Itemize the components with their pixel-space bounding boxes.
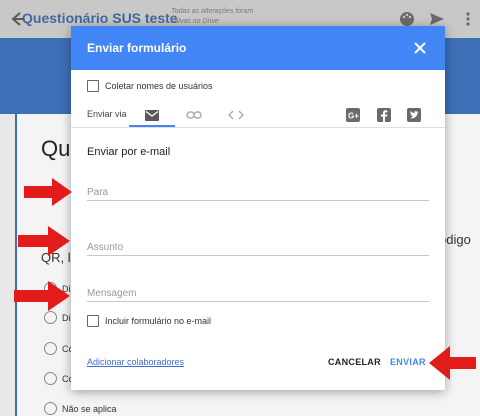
annotation-arrow-icon: [429, 346, 476, 380]
tab-link[interactable]: [171, 104, 217, 126]
radio-option[interactable]: [44, 372, 57, 385]
send-form-dialog: Enviar formulário Coletar nomes de usuár…: [71, 26, 445, 390]
twitter-icon[interactable]: [407, 108, 421, 122]
send-button[interactable]: ENVIAR: [390, 357, 426, 367]
subject-input[interactable]: [87, 242, 429, 253]
dialog-header: Enviar formulário: [71, 26, 445, 70]
google-plus-icon[interactable]: G+: [346, 108, 360, 122]
divider: [71, 127, 445, 128]
tab-email[interactable]: [129, 104, 175, 126]
svg-text:G+: G+: [348, 112, 359, 121]
dialog-title: Enviar formulário: [87, 41, 187, 55]
annotation-arrow-icon: [24, 178, 72, 206]
option-label: Di: [62, 313, 71, 323]
code-icon: [228, 110, 244, 120]
form-title[interactable]: Questionário SUS teste: [22, 10, 178, 26]
collect-usernames-checkbox[interactable]: [87, 80, 99, 92]
save-status: Todas as alterações foram salvas no Driv…: [171, 8, 254, 25]
facebook-icon[interactable]: [377, 108, 391, 122]
message-field[interactable]: [87, 283, 429, 302]
add-collaborators-link[interactable]: Adicionar colaboradores: [87, 357, 184, 367]
annotation-arrow-icon: [18, 226, 70, 256]
option-label: Não se aplica: [62, 404, 117, 414]
radio-option[interactable]: [44, 342, 57, 355]
send-via-label: Enviar via: [87, 109, 127, 119]
message-input[interactable]: [87, 288, 429, 299]
email-section-title: Enviar por e-mail: [87, 146, 171, 158]
radio-option[interactable]: [44, 311, 57, 324]
collect-usernames-label: Coletar nomes de usuários: [105, 81, 213, 91]
to-input[interactable]: [87, 187, 429, 198]
annotation-arrow-icon: [14, 281, 70, 311]
email-icon: [145, 109, 159, 121]
to-field[interactable]: [87, 182, 429, 201]
link-icon: [186, 111, 202, 119]
close-icon[interactable]: [413, 41, 427, 55]
tab-embed[interactable]: [213, 104, 259, 126]
subject-field[interactable]: [87, 237, 429, 256]
include-form-label: Incluir formulário no e-mail: [105, 316, 212, 326]
more-vert-icon[interactable]: [459, 10, 477, 28]
include-form-checkbox[interactable]: [87, 315, 99, 327]
cancel-button[interactable]: CANCELAR: [328, 357, 381, 367]
radio-option[interactable]: [44, 402, 57, 415]
